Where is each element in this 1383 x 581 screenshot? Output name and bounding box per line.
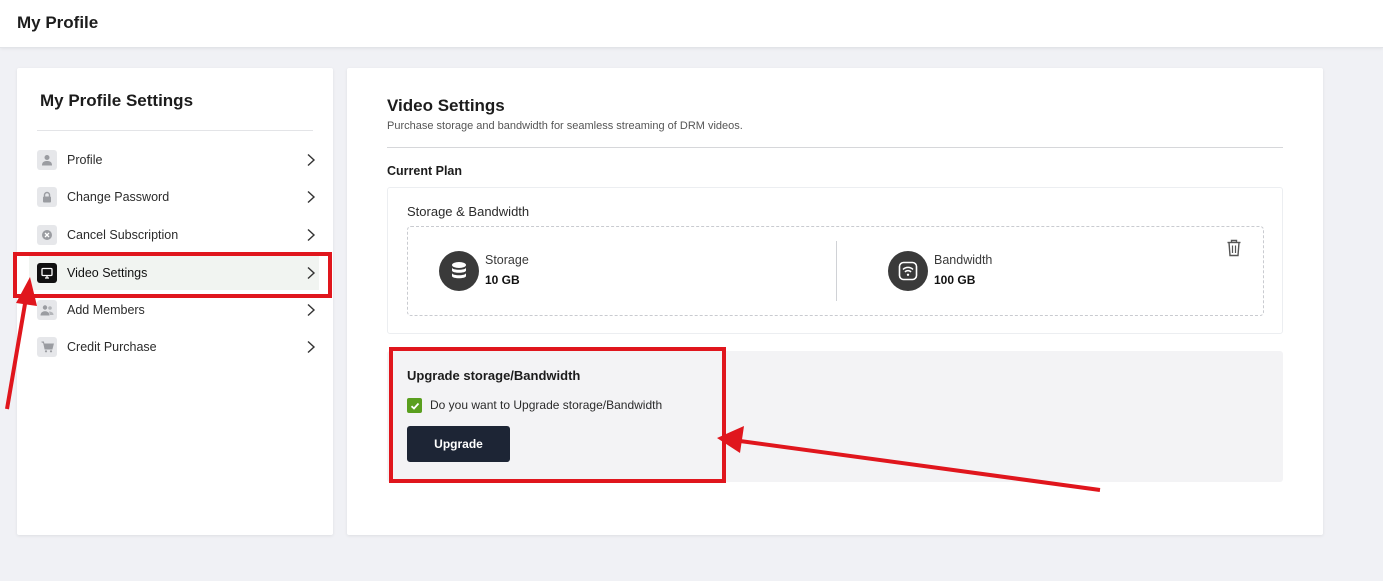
user-icon <box>37 150 57 170</box>
upgrade-panel: Upgrade storage/Bandwidth Do you want to… <box>387 351 1283 482</box>
chevron-right-icon <box>307 190 316 204</box>
sidebar-item-video-settings[interactable]: Video Settings <box>29 256 319 290</box>
sidebar-item-label: Change Password <box>67 190 170 204</box>
chevron-right-icon <box>307 266 316 280</box>
chevron-right-icon <box>307 340 316 354</box>
section-divider <box>387 147 1283 148</box>
sidebar-item-label: Video Settings <box>67 266 148 280</box>
top-bar: My Profile <box>0 0 1383 48</box>
sidebar-item-credit-purchase[interactable]: Credit Purchase <box>17 330 333 364</box>
upgrade-checkbox-label[interactable]: Do you want to Upgrade storage/Bandwidth <box>430 398 662 412</box>
settings-sidebar: My Profile Settings Profile Change Passw… <box>17 68 333 535</box>
page-title: My Profile <box>17 13 99 32</box>
sidebar-item-change-password[interactable]: Change Password <box>17 180 333 214</box>
chevron-right-icon <box>307 228 316 242</box>
sidebar-item-label: Profile <box>67 153 103 167</box>
current-plan-heading: Current Plan <box>387 164 463 178</box>
lock-icon <box>37 187 57 207</box>
sidebar-item-label: Add Members <box>67 303 145 317</box>
cart-icon <box>37 337 57 357</box>
sidebar-divider <box>37 130 313 131</box>
trash-icon[interactable] <box>1226 239 1242 257</box>
plan-details: Storage 10 GB Bandwidth 100 GB <box>407 226 1264 316</box>
users-icon <box>37 300 57 320</box>
checkmark-icon <box>410 402 419 410</box>
storage-value: 10 GB <box>485 273 520 287</box>
monitor-icon <box>37 263 57 283</box>
metric-separator <box>836 241 837 301</box>
video-settings-panel: Video Settings Purchase storage and band… <box>347 68 1323 535</box>
sidebar-item-cancel-subscription[interactable]: Cancel Subscription <box>17 218 333 252</box>
chevron-right-icon <box>307 303 316 317</box>
bandwidth-value: 100 GB <box>934 273 976 287</box>
storage-label: Storage <box>485 253 529 267</box>
upgrade-button[interactable]: Upgrade <box>407 426 510 462</box>
database-icon <box>439 251 479 291</box>
cancel-circle-icon <box>37 225 57 245</box>
chevron-right-icon <box>307 153 316 167</box>
sidebar-title: My Profile Settings <box>40 91 194 110</box>
section-subtitle: Purchase storage and bandwidth for seaml… <box>387 120 743 132</box>
upgrade-title: Upgrade storage/Bandwidth <box>407 368 581 383</box>
sidebar-item-add-members[interactable]: Add Members <box>17 293 333 327</box>
sidebar-item-profile[interactable]: Profile <box>17 143 333 177</box>
wifi-icon <box>888 251 928 291</box>
sidebar-item-label: Credit Purchase <box>67 340 157 354</box>
section-title: Video Settings <box>387 96 505 115</box>
bandwidth-label: Bandwidth <box>934 253 993 267</box>
upgrade-checkbox[interactable] <box>407 398 422 413</box>
sidebar-item-label: Cancel Subscription <box>67 228 179 242</box>
current-plan-card: Storage & Bandwidth Storage 10 GB Bandwi… <box>387 187 1283 334</box>
plan-label: Storage & Bandwidth <box>407 204 530 219</box>
